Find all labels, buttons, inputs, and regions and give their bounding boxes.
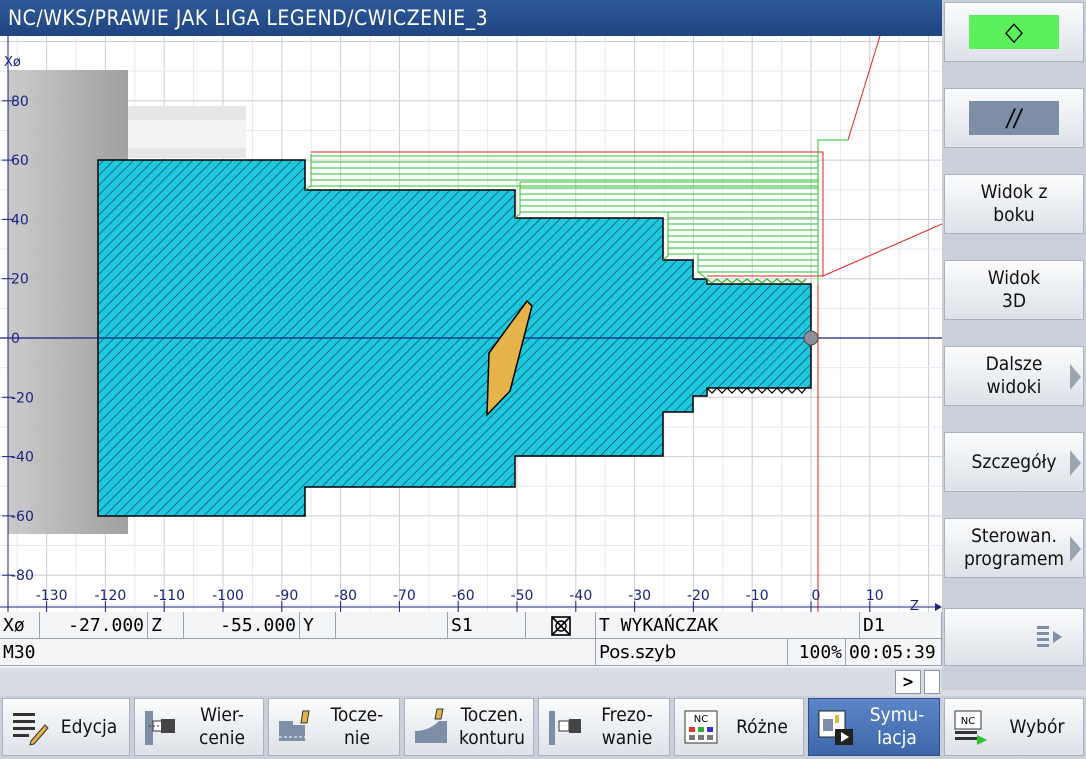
chevron-right-icon [1070,364,1081,390]
x-axis-label: Xø [4,55,21,70]
z-tick-label: 0 [812,588,821,604]
y-label: Y [300,612,336,639]
y-value [336,612,448,639]
side-view-button[interactable]: Widok z boku [944,174,1084,234]
select-label: Wybór [1009,715,1065,738]
details-label: Szczegóły [971,450,1057,473]
scroll-button[interactable] [924,670,940,694]
contour-turning-label: Toczen. konturu [459,704,525,749]
elapsed-time: 00:05:39 [846,639,942,666]
x-tick-label: 80 [11,94,29,110]
z-tick-label: -80 [334,588,357,604]
x-tick-label: -80 [11,568,34,584]
z-tick-label: 10 [866,588,884,604]
expand-list-icon [1037,626,1062,647]
z-axis-arrow [935,603,942,611]
thread-top-green [706,278,807,284]
details-button[interactable]: Szczegóły [944,432,1084,492]
x-label: Xø [0,612,40,639]
spindle-icon [526,612,596,639]
milling-button[interactable]: Frezo- wanie [538,698,670,756]
x-tick-label: 40 [11,212,29,228]
origin-marker [803,330,819,346]
chevron-right-icon [1070,536,1081,562]
side-view-label: Widok z boku [980,181,1048,226]
z-tick-label: -40 [569,588,592,604]
z-axis-label: Z [910,599,919,612]
z-tick-label: -90 [275,588,298,604]
nc-select-icon: NC [954,710,987,745]
simulation-icon [818,710,853,745]
simulation-canvas[interactable]: -130 -120 -110 -100 -90 -80 -70 -60 -50 -40 -30 -20… [0,36,942,612]
navigation-row: > [0,668,942,696]
z-tick-label: -120 [95,588,127,604]
chevron-right-icon [1070,450,1081,476]
milling-label: Frezo- wanie [601,704,653,749]
drilling-button[interactable]: Wier- cenie [134,698,264,756]
x-tick-label: -20 [11,390,34,406]
3d-view-button[interactable]: Widok 3D [944,260,1084,320]
more-views-label: Dalsze widoki [985,353,1043,398]
single-block-button[interactable]: // [944,88,1084,148]
cycle-start-button[interactable]: ◇ [944,2,1084,62]
milling-icon [549,711,581,745]
turning-button[interactable]: Tocze- nie [268,698,400,756]
program-control-button[interactable]: Sterowan. programem [944,518,1084,578]
z-tick-label: -10 [746,588,769,604]
z-value: -55.000 [184,612,300,639]
roughing-pass [304,154,312,191]
expand-softkeys-button[interactable] [944,608,1084,666]
3d-view-label: Widok 3D [987,267,1041,312]
svg-text:NC: NC [961,716,975,727]
simulation-view[interactable]: -130 -120 -110 -100 -90 -80 -70 -60 -50 -40 -30 -20… [0,36,942,612]
z-label: Z [148,612,184,639]
contour-turning-button[interactable]: Toczen. konturu [404,698,534,756]
z-tick-label: -70 [393,588,416,604]
edit-button[interactable]: Edycja [2,698,130,756]
tool-offset: D1 [860,612,942,639]
z-tick-label: -30 [628,588,651,604]
z-tick-label: -20 [687,588,710,604]
spindle-label: S1 [448,612,526,639]
program-control-label: Sterowan. programem [963,525,1065,570]
more-views-button[interactable]: Dalsze widoki [944,346,1084,406]
contour-turning-icon [415,708,447,743]
z-tick-label: -60 [452,588,475,604]
next-page-button[interactable]: > [895,670,921,694]
misc-label: Różne [736,715,788,738]
x-tick-label: -60 [11,509,34,525]
tool-name: T WYKAŃCZAK [596,612,860,639]
turning-label: Tocze- nie [330,704,384,749]
edit-label: Edycja [60,715,118,738]
edit-icon [13,713,49,746]
x-tick-label: 60 [11,153,29,169]
nc-grid-icon: NC [684,710,718,744]
window-title: NC/WKS/PRAWIE JAK LIGA LEGEND/CWICZENIE_… [0,0,942,36]
x-tick-label: 20 [11,272,29,288]
z-tick-label: -50 [511,588,534,604]
simulation-label: Symu- lacja [869,704,925,749]
override-value: 100% [788,639,846,666]
turning-icon [279,710,311,741]
program-block: M30 [0,639,596,666]
x-value: -27.000 [40,612,148,639]
z-tick-label: -110 [153,588,185,604]
simulation-button[interactable]: Symu- lacja [808,698,940,756]
drilling-icon [145,711,175,745]
z-tick-label: -100 [212,588,244,604]
cycle-start-icon: ◇ [1005,16,1023,47]
single-block-icon: // [1006,103,1022,132]
select-button[interactable]: NC Wybór [944,698,1084,756]
svg-text:NC: NC [694,714,708,725]
x-tick-label: 0 [11,331,20,347]
feed-label: Pos.szyb [596,639,788,666]
drilling-label: Wier- cenie [198,704,246,749]
x-tick-label: -40 [11,450,34,466]
status-panel: Xø -27.000 Z -55.000 Y S1 T WYKAŃCZAK D1… [0,612,942,668]
horizontal-softkey-bar: Edycja Wier- cenie Tocze- nie Toczen. ko… [0,696,1086,759]
vertical-softkey-bar: ◇ // Widok z boku Widok 3D Dalsze widoki… [942,0,1086,690]
z-tick-label: -130 [36,588,68,604]
misc-button[interactable]: NC Różne [674,698,804,756]
